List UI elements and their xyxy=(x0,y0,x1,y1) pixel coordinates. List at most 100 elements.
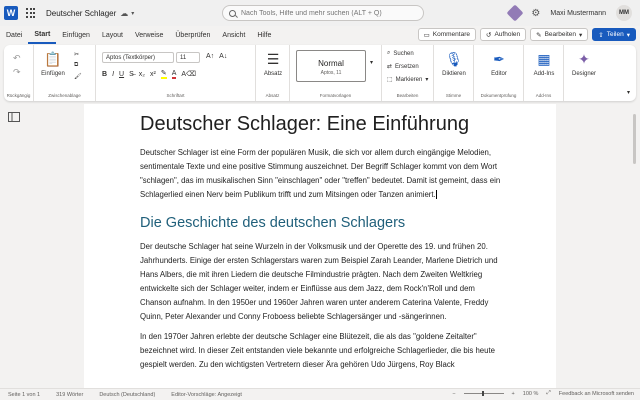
catchup-button[interactable]: ↺ Aufholen xyxy=(480,28,527,41)
paste-button[interactable]: 📋 Einfügen xyxy=(36,50,70,78)
cut-icon[interactable]: ✂ xyxy=(74,51,79,58)
tab-review[interactable]: Überprüfen xyxy=(169,26,216,44)
clear-format-icon[interactable]: A⌫ xyxy=(181,70,196,78)
font-name-combo[interactable]: Aptos (Textkörper) xyxy=(102,52,174,63)
zoom-out-icon[interactable]: − xyxy=(452,391,455,397)
zoom-level[interactable]: 100 % xyxy=(523,391,539,397)
group-label: Stimme xyxy=(445,93,462,98)
avatar[interactable]: MM xyxy=(616,5,632,21)
group-proofing: ✒ Editor Dokumentprüfung xyxy=(474,45,524,101)
copilot-icon[interactable] xyxy=(506,4,524,22)
search-icon xyxy=(229,9,236,17)
underline-icon[interactable]: U xyxy=(119,71,124,78)
group-font: Aptos (Textkörper) 11 A↑ A↓ B I U S̶ x₂ x… xyxy=(96,45,256,101)
grow-font-icon[interactable]: A↑ xyxy=(206,53,214,60)
select-button[interactable]: ⬚ Markieren ▾ xyxy=(387,76,429,84)
group-label: Add-Ins xyxy=(535,93,552,98)
find-button[interactable]: ⌕ Suchen xyxy=(387,50,414,57)
language[interactable]: Deutsch (Deutschland) xyxy=(91,392,163,398)
copy-icon[interactable]: ⧉ xyxy=(74,62,78,69)
strikethrough-icon[interactable]: S̶ xyxy=(129,71,134,78)
group-paragraph: ☰ Absatz Absatz xyxy=(256,45,290,101)
paragraph-history[interactable]: Der deutsche Schlager hat seine Wurzeln … xyxy=(140,240,505,324)
search-box[interactable] xyxy=(222,5,424,21)
redo-icon[interactable]: ↷ xyxy=(13,67,21,78)
editor-suggestions[interactable]: Editor-Vorschläge: Angezeigt xyxy=(163,392,250,398)
feedback-link[interactable]: Feedback an Microsoft senden xyxy=(559,391,634,397)
dictate-button[interactable]: 🎙 Diktieren xyxy=(437,50,471,78)
ribbon-expand-chevron-icon[interactable]: ▾ xyxy=(627,89,630,96)
group-designer: ✦ Designer xyxy=(564,45,604,101)
scrollbar-thumb[interactable] xyxy=(633,114,636,164)
fit-icon[interactable]: ⤢ xyxy=(546,390,550,397)
group-label: Zwischenablage xyxy=(48,93,81,98)
tab-references[interactable]: Verweise xyxy=(129,26,169,44)
document-page[interactable]: Deutscher Schlager: Eine Einführung Deut… xyxy=(84,104,556,388)
word-count[interactable]: 319 Wörter xyxy=(48,392,91,398)
group-label: Schriftart xyxy=(166,93,185,98)
tab-view[interactable]: Ansicht xyxy=(216,26,251,44)
ribbon: ↶ ↷ Rückgängig 📋 Einfügen ✂ ⧉ 🖌 Zwischen… xyxy=(4,45,636,101)
group-label: Dokumentprüfung xyxy=(480,93,517,98)
tab-layout[interactable]: Layout xyxy=(96,26,129,44)
font-size-combo[interactable]: 11 xyxy=(176,52,200,63)
tab-home[interactable]: Start xyxy=(28,26,57,44)
cloud-sync-icon: ☁ xyxy=(120,8,129,18)
document-title[interactable]: Deutscher Schlager xyxy=(46,9,116,18)
tab-file[interactable]: Datei xyxy=(0,26,28,44)
comments-button[interactable]: ▭ Kommentare xyxy=(417,28,476,41)
group-label: Formatvorlagen xyxy=(319,93,352,98)
undo-icon[interactable]: ↶ xyxy=(13,53,21,64)
group-styles: Normal Aptos, 11 ▾ Formatvorlagen xyxy=(290,45,382,101)
format-painter-icon[interactable]: 🖌 xyxy=(74,73,82,80)
style-normal[interactable]: Normal Aptos, 11 xyxy=(296,50,366,82)
section-heading[interactable]: Die Geschichte des deutschen Schlagers xyxy=(140,214,505,232)
app-launcher-icon[interactable] xyxy=(26,8,36,18)
settings-gear-icon[interactable]: ⚙ xyxy=(531,8,540,19)
share-button[interactable]: ⇪ Teilen ▾ xyxy=(592,28,636,41)
tab-help[interactable]: Hilfe xyxy=(251,26,277,44)
page-count[interactable]: Seite 1 von 1 xyxy=(0,392,48,398)
zoom-slider[interactable] xyxy=(463,391,504,396)
search-input[interactable] xyxy=(241,9,416,17)
styles-chevron-down-icon[interactable]: ▾ xyxy=(370,59,373,66)
subscript-icon[interactable]: x₂ xyxy=(139,71,145,78)
chevron-down-icon[interactable]: ▾ xyxy=(131,10,134,17)
sparkle-icon: ✦ xyxy=(578,50,590,67)
vertical-scrollbar[interactable] xyxy=(632,106,638,388)
group-clipboard: 📋 Einfügen ✂ ⧉ 🖌 Zwischenablage xyxy=(34,45,96,101)
chevron-down-icon: ▾ xyxy=(425,77,429,83)
group-label: Bearbeiten xyxy=(396,93,419,98)
document-heading[interactable]: Deutscher Schlager: Eine Einführung xyxy=(140,112,505,136)
editor-pen-icon: ✒ xyxy=(493,50,505,67)
group-label: Absatz xyxy=(265,93,280,98)
group-undo: ↶ ↷ Rückgängig xyxy=(4,45,34,101)
microphone-icon: 🎙 xyxy=(445,50,463,67)
addins-button[interactable]: ▦ Add-Ins xyxy=(527,50,561,78)
font-color-icon[interactable]: A xyxy=(171,70,177,79)
shrink-font-icon[interactable]: A↓ xyxy=(219,53,227,60)
italic-icon[interactable]: I xyxy=(112,71,114,78)
chevron-down-icon: ▾ xyxy=(579,31,583,39)
replace-icon: ⇄ xyxy=(387,64,393,70)
superscript-icon[interactable]: x² xyxy=(150,71,156,78)
text-cursor xyxy=(435,190,437,200)
zoom-in-icon[interactable]: + xyxy=(512,391,515,397)
bold-icon[interactable]: B xyxy=(102,71,107,78)
user-name[interactable]: Maxi Mustermann xyxy=(550,10,606,17)
editor-button[interactable]: ✒ Editor xyxy=(482,50,516,78)
designer-button[interactable]: ✦ Designer xyxy=(567,50,601,78)
navigation-pane-icon[interactable] xyxy=(4,108,24,126)
replace-button[interactable]: ⇄ Ersetzen xyxy=(387,63,419,71)
clipboard-icon: 📋 xyxy=(44,50,62,67)
paragraph-golden-age[interactable]: In den 1970er Jahren erlebte der deutsch… xyxy=(140,330,505,372)
word-logo-icon[interactable]: W xyxy=(4,6,18,20)
titlebar-right: ⚙ Maxi Mustermann MM xyxy=(506,4,632,22)
format-buttons: B I U S̶ x₂ x² ✎ A A⌫ xyxy=(102,69,196,79)
paragraph-intro[interactable]: Deutscher Schlager ist eine Form der pop… xyxy=(140,146,505,202)
highlight-icon[interactable]: ✎ xyxy=(160,69,167,79)
paragraph-button[interactable]: ☰ Absatz xyxy=(256,50,290,78)
tab-insert[interactable]: Einfügen xyxy=(56,26,96,44)
editing-mode-button[interactable]: ✎ Bearbeiten ▾ xyxy=(530,28,589,41)
document-body[interactable]: Deutscher Schlager: Eine Einführung Deut… xyxy=(140,112,505,378)
